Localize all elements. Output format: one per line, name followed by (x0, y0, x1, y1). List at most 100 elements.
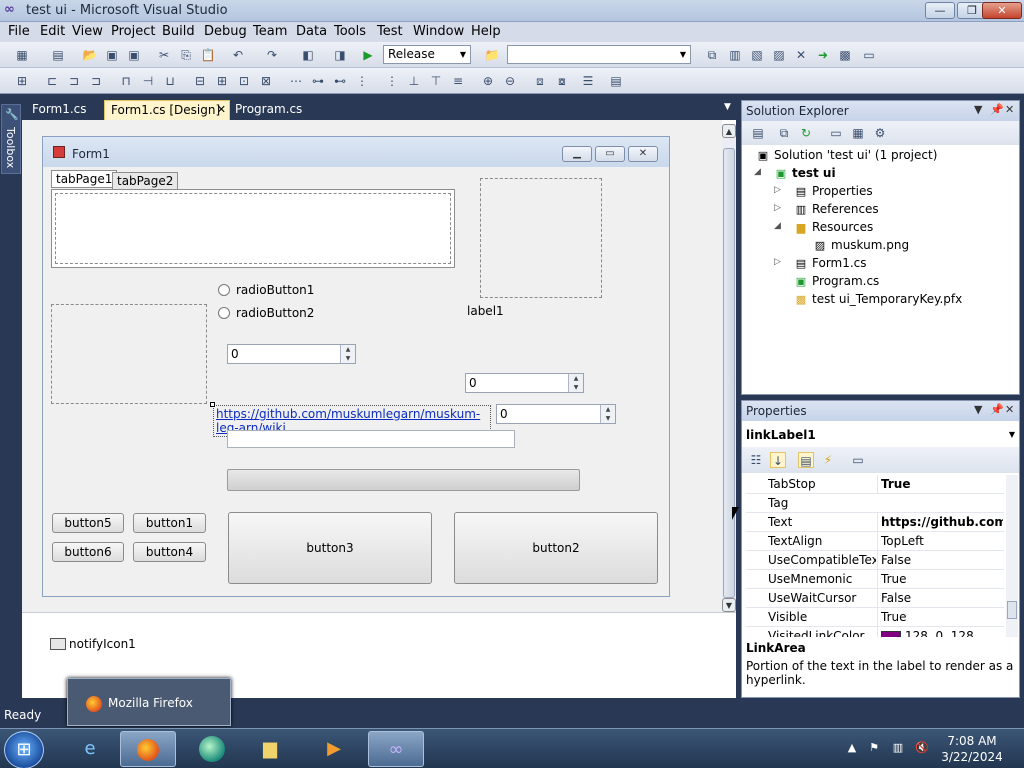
video-player-icon[interactable]: ▶ (306, 731, 362, 767)
categorized-icon[interactable]: ☷ (748, 452, 764, 468)
property-value[interactable]: False (877, 551, 1003, 569)
close-icon[interactable]: ✕ (217, 103, 226, 116)
object-selector[interactable]: linkLabel1 System.Windows.Forms.LinkLabe… (746, 425, 1017, 462)
menu-debug[interactable]: Debug (204, 24, 247, 39)
text-box-1[interactable] (227, 430, 515, 448)
picture-box-2[interactable] (51, 304, 207, 404)
navigate-back-icon[interactable]: ◧ (300, 47, 316, 63)
open-file-icon[interactable]: 📂 (82, 47, 98, 63)
cut-icon[interactable]: ✂ (156, 47, 172, 63)
tab-page-2-header[interactable]: tabPage2 (112, 172, 179, 190)
add-item-icon[interactable]: ▤ (50, 47, 66, 63)
collapsed-arrow-icon[interactable]: ▷ (774, 185, 781, 195)
view-designer-icon[interactable]: ▦ (850, 125, 866, 141)
menu-team[interactable]: Team (253, 24, 287, 39)
tree-references[interactable]: ▷ ▥ References (774, 202, 879, 216)
network-icon[interactable]: ▥ (890, 741, 906, 757)
command-window-icon[interactable]: ▭ (861, 47, 877, 63)
extension-manager-icon[interactable]: ▩ (837, 47, 853, 63)
tree-solution[interactable]: ▣ Solution 'test ui' (1 project) (758, 148, 938, 162)
property-pages-icon[interactable]: ▭ (850, 452, 866, 468)
button-6[interactable]: button6 (52, 542, 124, 562)
properties-view-icon[interactable]: ▤ (798, 452, 814, 468)
property-row[interactable]: TextAlign TopLeft (746, 532, 1004, 551)
tree-muskum-png[interactable]: ▨ muskum.png (815, 238, 909, 252)
property-row[interactable]: UseWaitCursor False (746, 589, 1004, 608)
tree-resources[interactable]: ◢ ▆ Resources (774, 220, 873, 234)
navigate-forward-icon[interactable]: ◨ (332, 47, 348, 63)
file-explorer-icon[interactable]: ▆ (242, 731, 298, 767)
property-value[interactable]: True (877, 475, 1003, 493)
designer-vertical-scrollbar[interactable]: ▲ ▼ (722, 124, 736, 612)
close-icon[interactable]: ✕ (1005, 103, 1014, 116)
property-value[interactable]: https://github.com/m (877, 513, 1003, 531)
new-project-icon[interactable]: ▦ (14, 47, 30, 63)
button-4[interactable]: button4 (133, 542, 206, 562)
scroll-up-icon[interactable]: ▲ (722, 124, 736, 138)
property-row[interactable]: Tag (746, 494, 1004, 513)
make-same-width-icon[interactable]: ⊟ (192, 73, 208, 89)
menu-window[interactable]: Window (413, 24, 464, 39)
media-player-icon[interactable] (184, 731, 240, 767)
object-browser-icon[interactable]: ▧ (749, 47, 765, 63)
menu-help[interactable]: Help (471, 24, 501, 39)
align-bottoms-icon[interactable]: ⊔ (162, 73, 178, 89)
button-1[interactable]: button1 (133, 513, 206, 533)
class-diagram-icon[interactable]: ⚙ (872, 125, 888, 141)
tab-order-icon[interactable]: ☰ (580, 73, 596, 89)
clock[interactable]: 7:08 AM 3/22/2024 (924, 733, 1020, 765)
start-debugging-icon[interactable]: ▶ (360, 47, 376, 63)
redo-icon[interactable]: ↷ (264, 47, 280, 63)
configuration-dropdown[interactable]: Release ▼ (383, 45, 471, 64)
close-button[interactable]: ✕ (982, 2, 1022, 19)
undo-icon[interactable]: ↶ (230, 47, 246, 63)
refresh-icon[interactable]: ↻ (798, 125, 814, 141)
tab-list-chevron-icon[interactable]: ▼ (718, 100, 737, 120)
tab-program-cs[interactable]: Program.cs (229, 100, 308, 120)
menu-data[interactable]: Data (296, 24, 327, 39)
send-to-back-icon[interactable]: ⧇ (554, 73, 570, 89)
spinner-icon[interactable]: ▲ ▼ (600, 405, 615, 423)
tools-icon[interactable]: ✕ (793, 47, 809, 63)
property-value[interactable]: TopLeft (877, 532, 1003, 550)
tree-form1-cs[interactable]: ▷ ▤ Form1.cs (774, 256, 867, 270)
decrease-horizontal-spacing-icon[interactable]: ⊷ (332, 73, 348, 89)
property-row[interactable]: TabStop True (746, 475, 1004, 494)
increase-horizontal-spacing-icon[interactable]: ⊶ (310, 73, 326, 89)
remove-horizontal-spacing-icon[interactable]: ⋮ (354, 73, 370, 89)
save-icon[interactable]: ▣ (104, 47, 120, 63)
align-rights-icon[interactable]: ⊐ (88, 73, 104, 89)
horizontal-spacing-icon[interactable]: ⋯ (288, 73, 304, 89)
solution-explorer-icon[interactable]: ⧉ (704, 47, 720, 63)
menu-edit[interactable]: Edit (40, 24, 65, 39)
taskbar-thumbnail-popup[interactable]: Mozilla Firefox (67, 678, 231, 726)
center-horizontally-icon[interactable]: ⊕ (480, 73, 496, 89)
visual-studio-taskbar-button[interactable]: ∞ (368, 731, 424, 767)
center-vertically-icon[interactable]: ⊖ (502, 73, 518, 89)
property-row[interactable]: Text https://github.com/m (746, 513, 1004, 532)
chevron-down-icon[interactable]: ▼ (974, 403, 982, 416)
start-page-icon[interactable]: ➜ (815, 47, 831, 63)
firefox-taskbar-button[interactable] (120, 731, 176, 767)
pin-icon[interactable]: 📌 (990, 403, 1004, 416)
align-to-grid-icon[interactable]: ⊞ (14, 73, 30, 89)
picture-box-1[interactable] (480, 178, 602, 298)
align-lefts-icon[interactable]: ⊏ (44, 73, 60, 89)
expanded-arrow-icon[interactable]: ◢ (754, 167, 761, 177)
align-centers-icon[interactable]: ⊐ (66, 73, 82, 89)
menu-tools[interactable]: Tools (334, 24, 366, 39)
tree-project[interactable]: ◢ ▣ test ui (754, 166, 836, 180)
menu-view[interactable]: View (72, 24, 103, 39)
pin-icon[interactable]: 📌 (990, 103, 1004, 116)
remove-vertical-spacing-icon[interactable]: ≡ (450, 73, 466, 89)
spinner-icon[interactable]: ▲ ▼ (340, 345, 355, 363)
copy-icon[interactable]: ⎘ (178, 47, 194, 63)
close-icon[interactable]: ✕ (1005, 403, 1014, 416)
tree-program-cs[interactable]: ▣ Program.cs (796, 274, 880, 288)
numeric-up-down-3[interactable]: 0 ▲ ▼ (496, 404, 616, 424)
view-code-icon[interactable]: ▭ (828, 125, 844, 141)
events-icon[interactable]: ⚡ (820, 452, 836, 468)
make-same-size-icon[interactable]: ⊡ (236, 73, 252, 89)
action-center-flag-icon[interactable]: ⚑ (866, 741, 882, 757)
paste-icon[interactable]: 📋 (200, 47, 216, 63)
